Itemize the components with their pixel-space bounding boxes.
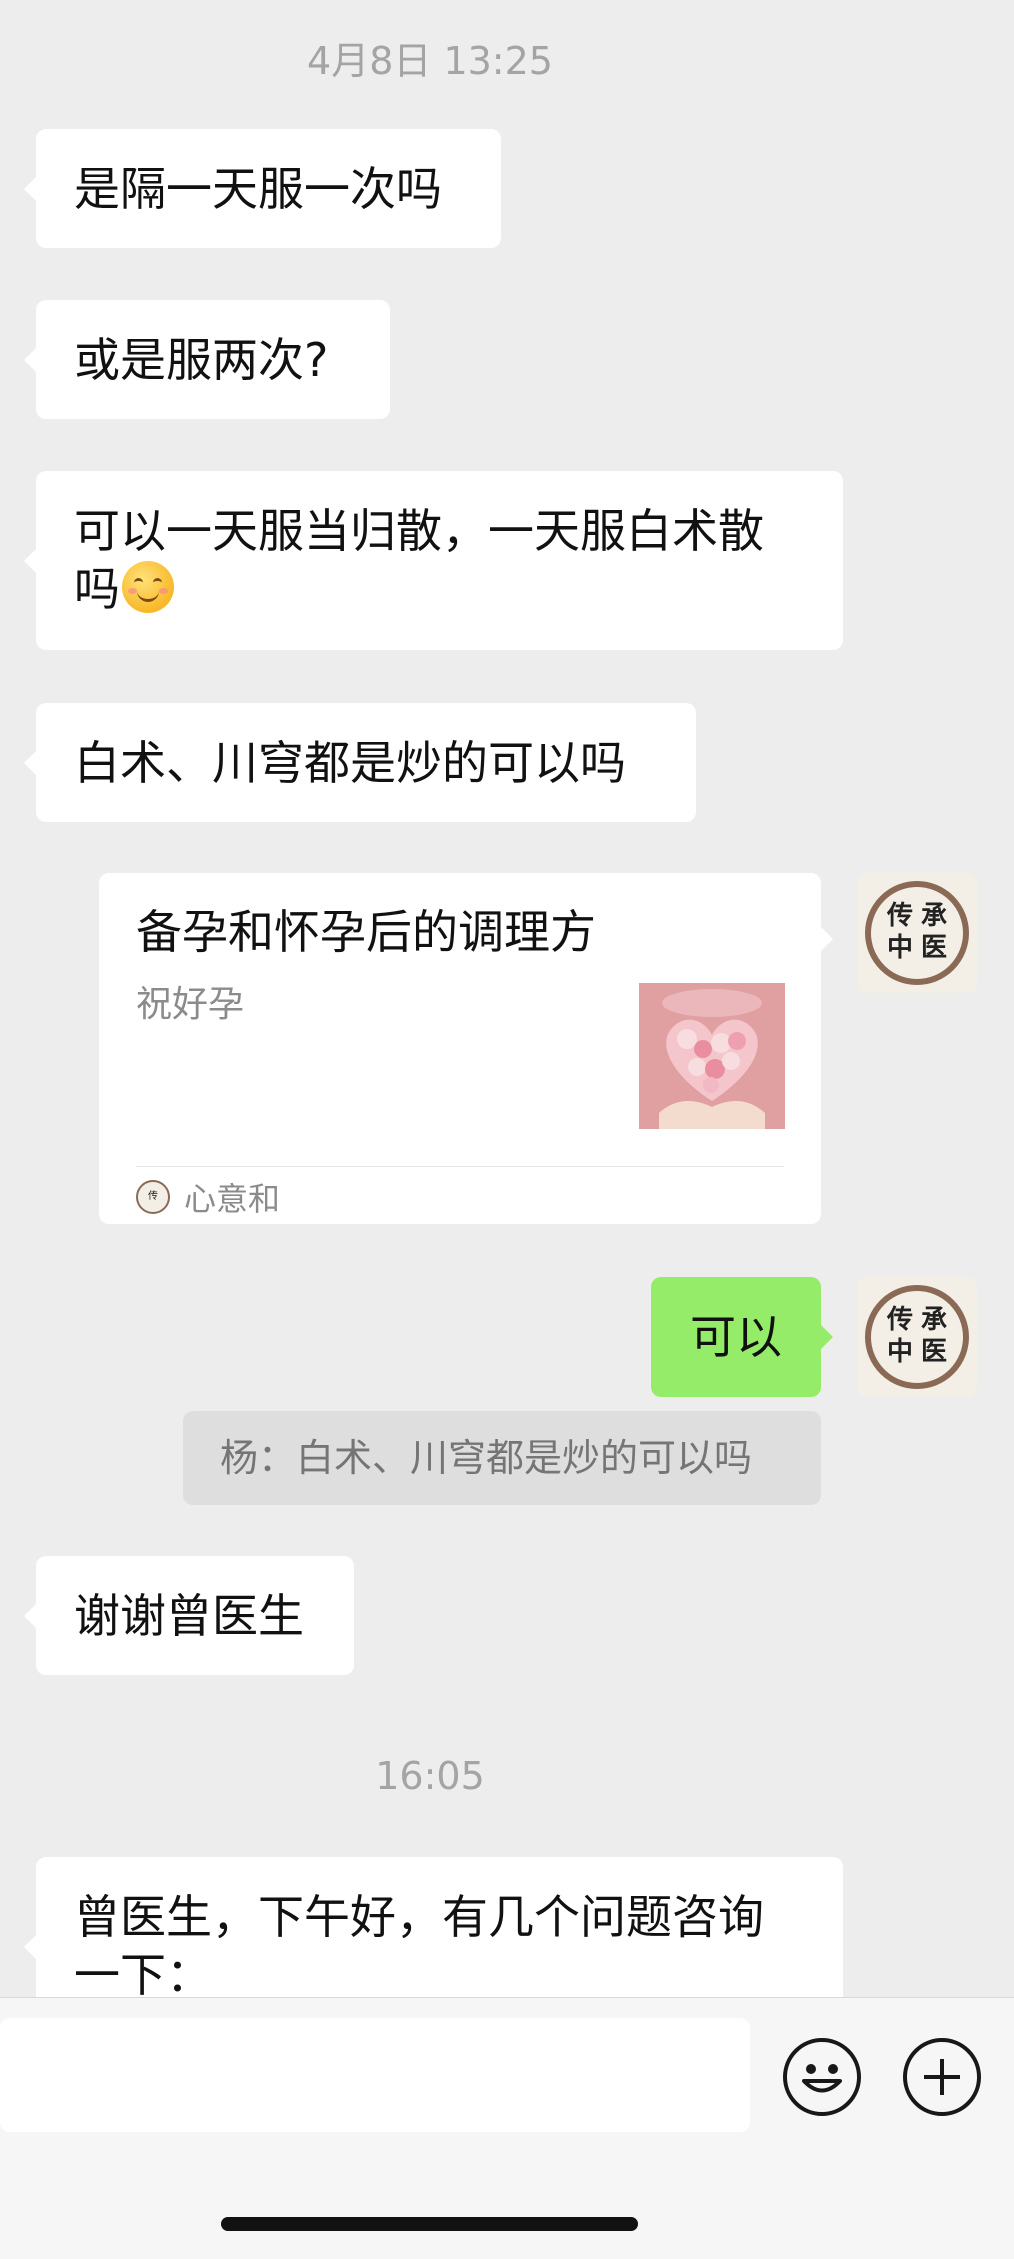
shared-link-card[interactable]: 备孕和怀孕后的调理方 祝好孕 传 心意和 [99, 873, 833, 1224]
seal-logo: 传承 中医 [865, 1285, 969, 1389]
smile-emoji-icon [122, 561, 174, 613]
sent-message-bubble[interactable]: 可以 [651, 1277, 833, 1397]
seal-logo: 传承 中医 [865, 881, 969, 985]
message-text: 是隔一天服一次吗 [74, 162, 442, 216]
message-text: 可以 [690, 1310, 782, 1364]
message-text: 或是服两次? [74, 333, 329, 387]
timestamp: 16:05 [375, 1754, 485, 1798]
message-text: 曾医生，下午好，有几个问题咨询 [74, 1890, 764, 1944]
message-bubble[interactable]: 或是服两次? [24, 300, 390, 419]
more-button[interactable] [903, 2038, 981, 2116]
avatar[interactable]: 传承 中医 [857, 873, 977, 993]
divider [136, 1166, 784, 1167]
message-bubble[interactable]: 谢谢曾医生 [24, 1556, 354, 1675]
heart-flowers-image [639, 983, 785, 1129]
message-text: 吗 [74, 562, 120, 616]
source-logo-icon: 传 [136, 1180, 170, 1214]
message-text: 一下： [74, 1948, 212, 2002]
message-text: 谢谢曾医生 [74, 1589, 304, 1643]
link-card-source: 传 心意和 [136, 1175, 280, 1219]
link-card-source-name: 心意和 [184, 1180, 281, 1218]
avatar[interactable]: 传承 中医 [857, 1277, 977, 1397]
message-text: 白术、川穹都是炒的可以吗 [74, 736, 626, 790]
message-bubble[interactable]: 白术、川穹都是炒的可以吗 [24, 703, 696, 822]
message-bubble[interactable]: 是隔一天服一次吗 [24, 129, 501, 248]
timestamp: 4月8日 13:25 [307, 39, 553, 83]
link-card-title: 备孕和怀孕后的调理方 [136, 905, 596, 959]
emoji-button[interactable] [783, 2038, 861, 2116]
plus-icon [924, 2059, 960, 2095]
link-card-thumbnail [639, 983, 785, 1129]
emoji-icon [802, 2064, 842, 2093]
quoted-message[interactable]: 杨：白术、川穹都是炒的可以吗 [183, 1411, 821, 1505]
message-input[interactable] [0, 2018, 750, 2132]
message-bubble[interactable]: 可以一天服当归散，一天服白术散 吗 [24, 471, 843, 650]
home-indicator [221, 2217, 638, 2231]
link-card-description: 祝好孕 [136, 984, 245, 1025]
message-text: 可以一天服当归散，一天服白术散 [74, 504, 764, 558]
